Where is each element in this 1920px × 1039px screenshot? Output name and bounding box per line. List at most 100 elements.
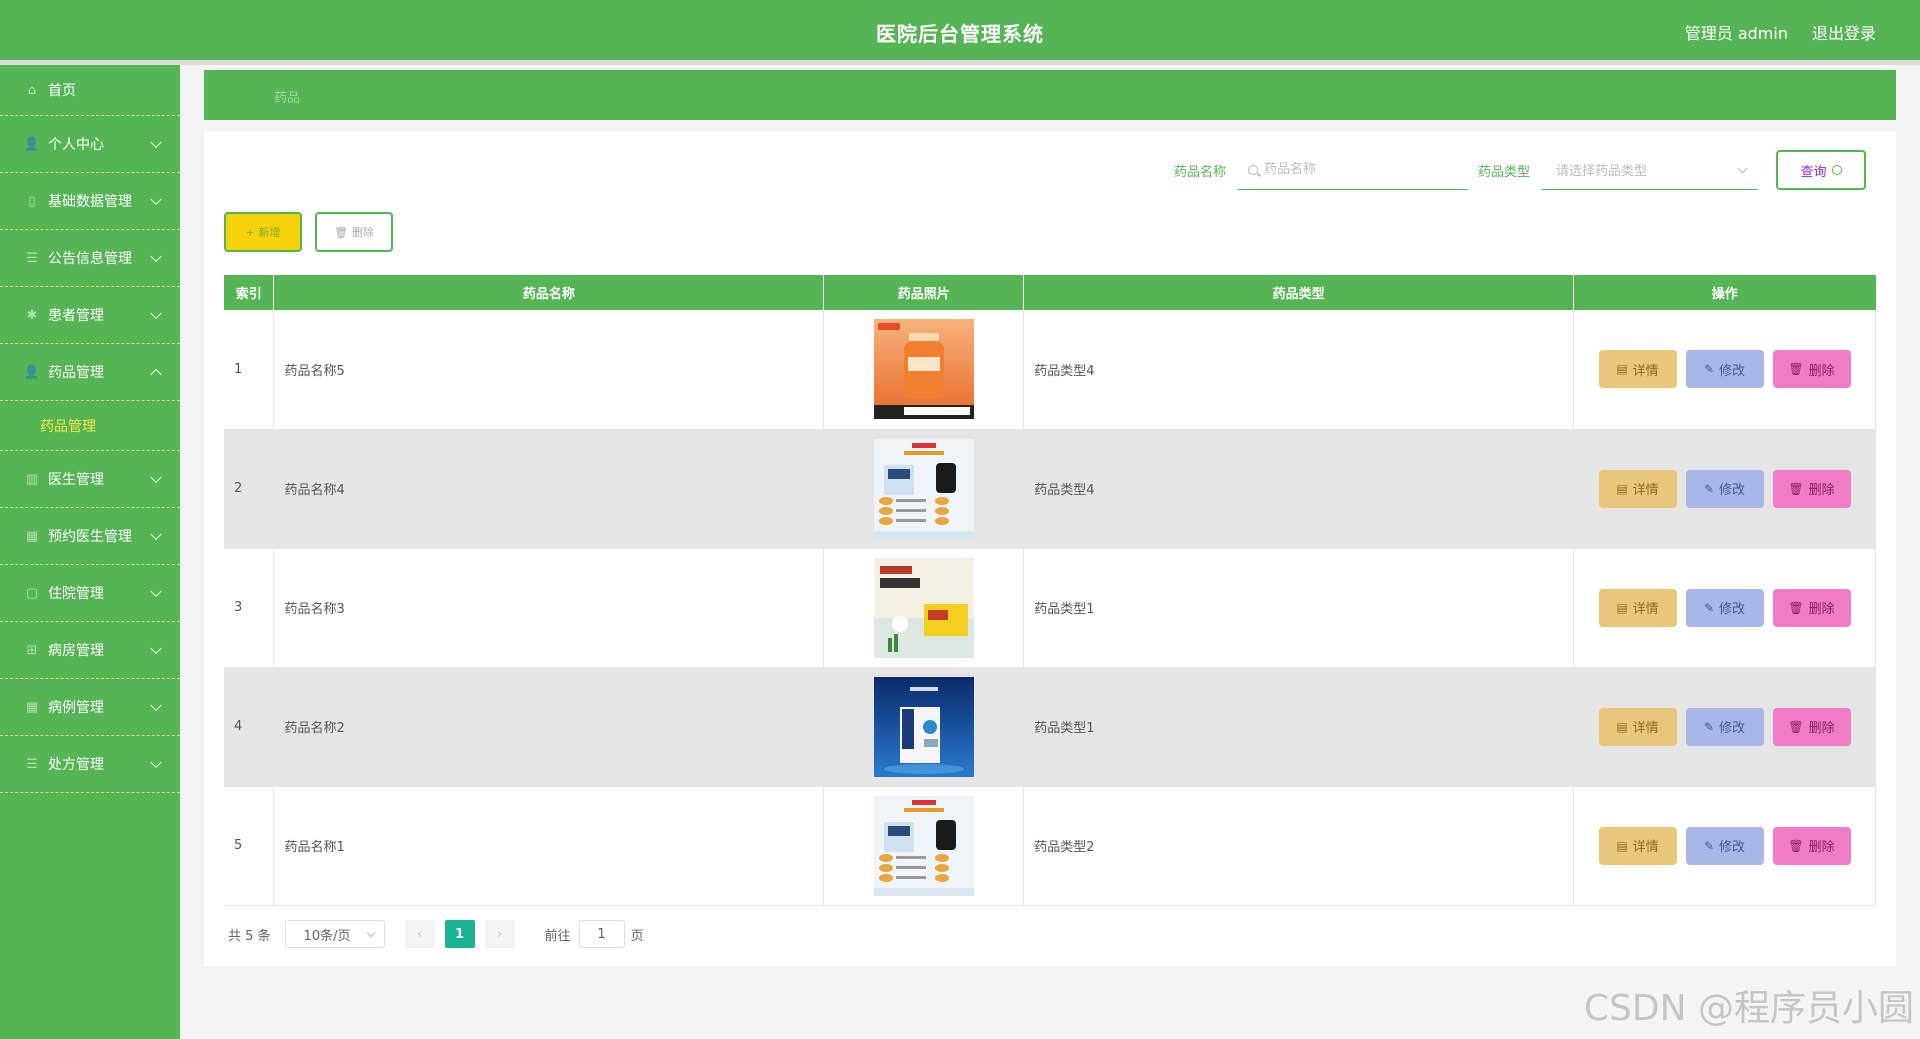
edit-button[interactable]: ✎ 修改: [1685, 707, 1764, 746]
page-size-value: 10条/页: [303, 928, 351, 944]
sidebar-item-home[interactable]: ⌂ 首页: [0, 65, 180, 116]
goto-page-input[interactable]: [578, 920, 625, 948]
detail-label: 详情: [1632, 840, 1659, 855]
edit-label: 修改: [1719, 363, 1746, 379]
cell-photo: [823, 548, 1025, 668]
table-row: 2 药品名称4 药品类型4 ▤ 详情 ✎ 修改 🗑 删除: [224, 429, 1876, 549]
row-actions: ▤ 详情 ✎ 修改 🗑 删除: [1574, 469, 1875, 508]
sidebar-item-patient[interactable]: ✱ 患者管理: [0, 287, 180, 344]
chevron-down-icon: [150, 699, 162, 712]
sidebar-item-ward[interactable]: ⊞ 病房管理: [0, 622, 180, 679]
chevron-down-icon: [150, 193, 162, 206]
cell-actions: ▤ 详情 ✎ 修改 🗑 删除: [1573, 310, 1876, 430]
delete-row-button[interactable]: 🗑 删除: [1772, 826, 1851, 865]
delete-row-label: 删除: [1808, 840, 1835, 855]
medicine-photo: [873, 676, 974, 777]
chevron-down-icon: [150, 136, 162, 149]
row-actions: ▤ 详情 ✎ 修改 🗑 删除: [1574, 588, 1875, 627]
medicine-name-input[interactable]: [1263, 162, 1444, 177]
sidebar-item-hospitalization[interactable]: ▢ 住院管理: [0, 565, 180, 622]
table-row: 5 药品名称1 药品类型2 ▤ 详情 ✎ 修改 🗑 删除: [224, 786, 1876, 906]
trash-icon: 🗑: [1788, 719, 1804, 734]
sidebar-item-notice[interactable]: ☰ 公告信息管理: [0, 230, 180, 287]
sidebar-subitem-medicine[interactable]: 药品管理: [0, 401, 180, 451]
edit-button[interactable]: ✎ 修改: [1685, 469, 1764, 508]
medicine-type-select[interactable]: 请选择药品类型: [1542, 150, 1758, 190]
page-size-select[interactable]: 10条/页: [284, 920, 385, 948]
plus-icon: +: [245, 225, 255, 239]
cell-name: 药品名称4: [273, 429, 825, 549]
sidebar-item-appointment[interactable]: ▦ 预约医生管理: [0, 508, 180, 565]
next-page-button[interactable]: ›: [484, 920, 515, 948]
edit-icon: ✎: [1703, 600, 1715, 615]
sidebar-item-medicine[interactable]: 👤 药品管理: [0, 344, 180, 401]
hospital-icon: ▢: [25, 585, 39, 601]
detail-button[interactable]: ▤ 详情: [1598, 588, 1677, 627]
detail-button[interactable]: ▤ 详情: [1598, 350, 1677, 389]
table-header-row: 索引 药品名称 药品照片 药品类型 操作: [224, 275, 1876, 310]
trash-icon: 🗑: [1788, 838, 1804, 853]
edit-button[interactable]: ✎ 修改: [1685, 588, 1764, 627]
medicine-photo: [873, 319, 974, 420]
cell-photo: [823, 429, 1025, 549]
sidebar-item-profile[interactable]: 👤 个人中心: [0, 116, 180, 173]
batch-delete-button[interactable]: 🗑 删除: [315, 212, 393, 252]
document-icon: ▤: [1616, 362, 1628, 377]
table-row: 4 药品名称2 药品类型1 ▤ 详情 ✎ 修改 🗑 删除: [224, 667, 1876, 787]
col-header-actions: 操作: [1573, 275, 1876, 310]
document-icon: ▤: [1616, 481, 1628, 496]
trash-icon: 🗑: [334, 225, 348, 239]
edit-button[interactable]: ✎ 修改: [1685, 826, 1764, 865]
prev-page-button[interactable]: ‹: [404, 920, 435, 948]
breadcrumb-current: 药品: [274, 91, 301, 106]
medicine-photo: [873, 795, 974, 896]
col-header-index: 索引: [224, 275, 275, 310]
chevron-left-icon: ‹: [416, 926, 423, 942]
detail-button[interactable]: ▤ 详情: [1598, 469, 1677, 508]
delete-row-button[interactable]: 🗑 删除: [1772, 350, 1851, 389]
delete-row-button[interactable]: 🗑 删除: [1772, 588, 1851, 627]
sidebar-item-prescription[interactable]: ☰ 处方管理: [0, 736, 180, 793]
cell-index: 5: [224, 786, 275, 906]
data-icon: ▯: [28, 193, 36, 209]
detail-button[interactable]: ▤ 详情: [1598, 826, 1677, 865]
pagination: 共 5 条 10条/页 ‹ 1 › 前往 页: [228, 919, 644, 949]
table-row: 1 药品名称5 药品类型4 ▤ 详情 ✎ 修改 🗑 删除: [224, 310, 1876, 430]
delete-row-label: 删除: [1808, 602, 1835, 617]
cell-name: 药品名称3: [273, 548, 825, 668]
trash-icon: 🗑: [1788, 362, 1804, 377]
edit-label: 修改: [1719, 840, 1746, 855]
doctor-icon: ▥: [25, 471, 39, 487]
goto-label: 前往: [544, 928, 571, 944]
edit-icon: ✎: [1703, 719, 1715, 734]
sidebar-item-basic-data[interactable]: ▯ 基础数据管理: [0, 173, 180, 230]
delete-row-label: 删除: [1808, 363, 1835, 379]
document-icon: ▤: [1616, 719, 1628, 734]
cell-actions: ▤ 详情 ✎ 修改 🗑 删除: [1573, 786, 1876, 906]
medicine-photo: [873, 438, 974, 539]
cell-index: 1: [224, 310, 275, 430]
header-user-area: 管理员 admin 退出登录: [1685, 20, 1876, 44]
sidebar-item-label: 病房管理: [48, 643, 104, 659]
sidebar: ⌂ 首页 👤 个人中心 ▯ 基础数据管理 ☰ 公告信息管理 ✱ 患者管理 👤 药…: [0, 65, 180, 1039]
query-button[interactable]: 查询: [1776, 150, 1866, 190]
cell-actions: ▤ 详情 ✎ 修改 🗑 删除: [1573, 429, 1876, 549]
delete-row-label: 删除: [1808, 483, 1835, 498]
delete-row-button[interactable]: 🗑 删除: [1772, 707, 1851, 746]
sidebar-item-label: 病例管理: [48, 700, 104, 716]
edit-button[interactable]: ✎ 修改: [1685, 350, 1764, 389]
edit-icon: ✎: [1703, 362, 1715, 377]
page-suffix: 页: [630, 928, 644, 944]
delete-row-button[interactable]: 🗑 删除: [1772, 469, 1851, 508]
edit-icon: ✎: [1703, 481, 1715, 496]
case-icon: ▦: [25, 699, 39, 715]
sidebar-item-label: 首页: [48, 83, 76, 99]
notice-icon: ☰: [26, 250, 38, 266]
sidebar-item-doctor[interactable]: ▥ 医生管理: [0, 451, 180, 508]
page-number-current[interactable]: 1: [444, 920, 475, 948]
add-button[interactable]: + 新增: [224, 212, 302, 252]
medicine-name-label: 药品名称: [1173, 164, 1226, 180]
logout-link[interactable]: 退出登录: [1812, 20, 1876, 44]
detail-button[interactable]: ▤ 详情: [1598, 707, 1677, 746]
sidebar-item-case[interactable]: ▦ 病例管理: [0, 679, 180, 736]
